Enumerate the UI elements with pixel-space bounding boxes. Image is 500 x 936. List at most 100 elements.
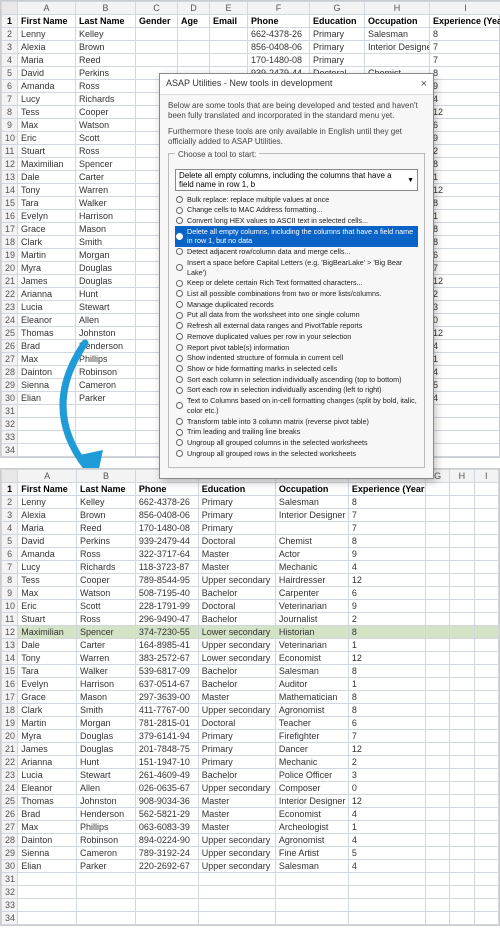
tool-option[interactable]: Bulk replace: replace multiple values at…	[175, 194, 418, 205]
data-cell[interactable]: Lucy	[18, 93, 76, 106]
data-cell[interactable]: Historian	[275, 626, 348, 639]
data-cell[interactable]	[450, 522, 474, 535]
data-cell[interactable]: Lower secondary	[198, 626, 275, 639]
data-cell[interactable]	[450, 639, 474, 652]
data-cell[interactable]: 789-8544-95	[135, 574, 198, 587]
row-header[interactable]: 23	[2, 301, 18, 314]
data-cell[interactable]: Maximilian	[18, 626, 77, 639]
data-cell[interactable]: 170-1480-08	[248, 54, 310, 67]
data-cell[interactable]	[348, 899, 425, 912]
data-cell[interactable]: 8	[430, 158, 500, 171]
data-cell[interactable]: Hairdresser	[275, 574, 348, 587]
data-cell[interactable]: Cooper	[77, 574, 136, 587]
data-cell[interactable]: Police Officer	[275, 769, 348, 782]
data-cell[interactable]: Evelyn	[18, 210, 76, 223]
data-cell[interactable]: 894-0224-90	[135, 834, 198, 847]
row-header[interactable]: 19	[2, 717, 18, 730]
row-header[interactable]: 30	[2, 860, 18, 873]
data-cell[interactable]	[430, 444, 500, 457]
row-header[interactable]: 28	[2, 834, 18, 847]
data-cell[interactable]: Lucy	[18, 561, 77, 574]
data-cell[interactable]: Douglas	[77, 730, 136, 743]
data-cell[interactable]	[198, 873, 275, 886]
data-cell[interactable]	[450, 691, 474, 704]
data-cell[interactable]	[425, 899, 449, 912]
data-cell[interactable]: 0	[348, 782, 425, 795]
data-cell[interactable]: 0	[430, 314, 500, 327]
data-cell[interactable]: 8	[348, 665, 425, 678]
data-cell[interactable]: David	[18, 67, 76, 80]
data-cell[interactable]	[275, 873, 348, 886]
row-header[interactable]: 10	[2, 132, 18, 145]
data-cell[interactable]: Ross	[76, 145, 136, 158]
row-header[interactable]: 29	[2, 847, 18, 860]
data-cell[interactable]: 8	[430, 28, 500, 41]
row-header[interactable]: 26	[2, 340, 18, 353]
data-cell[interactable]	[450, 743, 474, 756]
data-cell[interactable]: Max	[18, 119, 76, 132]
data-cell[interactable]	[450, 509, 474, 522]
data-cell[interactable]: Mason	[76, 223, 136, 236]
data-cell[interactable]: 4	[430, 392, 500, 405]
data-cell[interactable]: 379-6141-94	[135, 730, 198, 743]
data-cell[interactable]: Allen	[77, 782, 136, 795]
data-cell[interactable]	[474, 561, 498, 574]
data-cell[interactable]: David	[18, 535, 77, 548]
data-cell[interactable]: Arianna	[18, 288, 76, 301]
data-cell[interactable]: Clark	[18, 704, 77, 717]
tool-option[interactable]: Ungroup all grouped rows in the selected…	[175, 448, 418, 459]
col-header[interactable]: C	[136, 2, 178, 15]
data-cell[interactable]: Douglas	[77, 743, 136, 756]
data-cell[interactable]: Spencer	[77, 626, 136, 639]
data-cell[interactable]: 297-3639-00	[135, 691, 198, 704]
data-cell[interactable]: 2	[430, 145, 500, 158]
data-cell[interactable]: 6	[348, 587, 425, 600]
data-cell[interactable]: 6	[430, 249, 500, 262]
data-cell[interactable]: Eleanor	[18, 314, 76, 327]
data-cell[interactable]	[135, 899, 198, 912]
data-cell[interactable]: 8	[348, 535, 425, 548]
col-header[interactable]: F	[248, 2, 310, 15]
data-cell[interactable]: Economist	[275, 808, 348, 821]
data-cell[interactable]: Salesman	[275, 496, 348, 509]
data-cell[interactable]: 4	[348, 860, 425, 873]
row-header[interactable]: 33	[2, 431, 18, 444]
row-header[interactable]: 7	[2, 561, 18, 574]
header-cell[interactable]: Gender	[136, 15, 178, 28]
data-cell[interactable]: Upper secondary	[198, 704, 275, 717]
data-cell[interactable]: Primary	[198, 509, 275, 522]
tool-option[interactable]: Trim leading and trailing line breaks	[175, 427, 418, 438]
grid-bottom[interactable]: ABCDEFGHI1First NameLast NamePhoneEducat…	[1, 469, 499, 925]
data-cell[interactable]	[474, 821, 498, 834]
row-header[interactable]: 21	[2, 743, 18, 756]
data-cell[interactable]	[430, 418, 500, 431]
data-cell[interactable]	[425, 756, 449, 769]
data-cell[interactable]: 5	[348, 847, 425, 860]
data-cell[interactable]: Warren	[76, 184, 136, 197]
data-cell[interactable]: Harrison	[76, 210, 136, 223]
row-header[interactable]: 27	[2, 353, 18, 366]
data-cell[interactable]: Alexia	[18, 509, 77, 522]
data-cell[interactable]	[275, 886, 348, 899]
data-cell[interactable]	[450, 834, 474, 847]
data-cell[interactable]: Perkins	[77, 535, 136, 548]
data-cell[interactable]: Veterinarian	[275, 600, 348, 613]
tool-option[interactable]: Detect adjacent row/column data and merg…	[175, 247, 418, 258]
row-header[interactable]: 2	[2, 496, 18, 509]
row-header[interactable]: 22	[2, 288, 18, 301]
header-cell[interactable]: Experience (Years)	[430, 15, 500, 28]
data-cell[interactable]: 562-5821-29	[135, 808, 198, 821]
data-cell[interactable]: Watson	[77, 587, 136, 600]
data-cell[interactable]	[450, 665, 474, 678]
row-header[interactable]: 26	[2, 808, 18, 821]
data-cell[interactable]: Master	[198, 808, 275, 821]
row-header[interactable]: 14	[2, 184, 18, 197]
data-cell[interactable]	[474, 899, 498, 912]
data-cell[interactable]: Henderson	[77, 808, 136, 821]
data-cell[interactable]	[430, 405, 500, 418]
data-cell[interactable]	[474, 704, 498, 717]
tool-option[interactable]: Text to Columns based on in-cell formatt…	[175, 396, 418, 416]
data-cell[interactable]: 170-1480-08	[135, 522, 198, 535]
data-cell[interactable]: Thomas	[18, 795, 77, 808]
data-cell[interactable]	[425, 574, 449, 587]
